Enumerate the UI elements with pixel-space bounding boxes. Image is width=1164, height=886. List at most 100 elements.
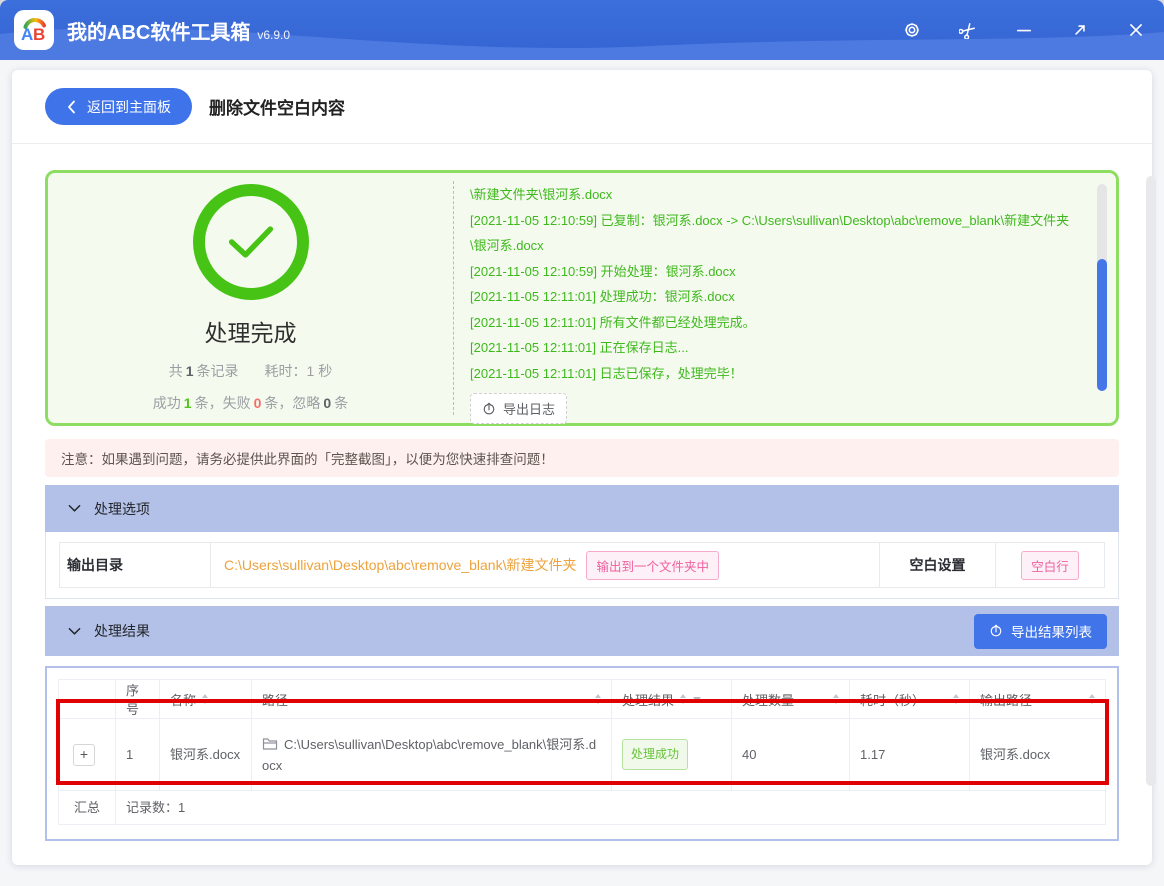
export-results-label: 导出结果列表 (1011, 621, 1092, 641)
back-to-main-button[interactable]: 返回到主面板 (45, 88, 192, 125)
count-cell: 40 (732, 719, 850, 791)
section-bar-results[interactable]: 处理结果 导出结果列表 (45, 606, 1119, 656)
path-cell: C:\Users\sullivan\Desktop\abc\remove_bla… (252, 719, 612, 791)
results-section-title: 处理结果 (94, 621, 150, 641)
status-title: 处理完成 (205, 314, 297, 348)
ignore-label: 条，忽略 (264, 395, 320, 411)
options-box: 输出目录 C:\Users\sullivan\Desktop\abc\remov… (45, 532, 1119, 599)
col-elapsed-header[interactable]: 耗时（秒） (850, 680, 970, 719)
expand-cell: + (59, 719, 116, 791)
success-ring (193, 184, 309, 300)
app-title: 我的ABC软件工具箱 (67, 16, 250, 45)
back-button-label: 返回到主面板 (87, 97, 171, 117)
maximize-button[interactable] (1052, 0, 1108, 60)
chevron-left-icon (66, 100, 77, 114)
logo-letter-a: A (21, 25, 33, 45)
col-result-header[interactable]: 处理结果 (612, 680, 732, 719)
col-index-header[interactable]: 序号 (116, 680, 160, 719)
header-label: 耗时（秒） (860, 690, 925, 709)
output-cell: 银河系.docx (970, 719, 1106, 791)
app-version: v6.9.0 (257, 28, 290, 42)
results-table: 序号 名称 路径 处理结果 处理数量 耗时（秒） 输出路径 + 1 银河系.do… (58, 679, 1106, 825)
settings-button[interactable] (884, 0, 940, 60)
header-label: 路径 (262, 690, 288, 709)
name-cell: 银河系.docx (160, 719, 252, 791)
close-button[interactable] (1108, 0, 1164, 60)
options-row: 输出目录 C:\Users\sullivan\Desktop\abc\remov… (59, 542, 1105, 588)
col-path-header[interactable]: 路径 (252, 680, 612, 719)
page-title: 删除文件空白内容 (209, 94, 345, 119)
close-icon (1127, 21, 1145, 39)
status-stats-line: 成功1条，失败0条，忽略0条 (153, 393, 348, 413)
col-expand-header (59, 680, 116, 719)
log-line: [2021-11-05 12:11:01] 日志已保存，处理完毕！ (470, 361, 1082, 387)
sort-caret-icon[interactable] (1089, 694, 1095, 704)
sort-caret-icon[interactable] (680, 694, 686, 704)
total-prefix: 共 (169, 363, 183, 379)
header-label: 输出路径 (980, 690, 1032, 709)
output-dir-cell: C:\Users\sullivan\Desktop\abc\remove_bla… (211, 543, 880, 587)
app-window: A B 我的ABC软件工具箱 v6.9.0 (0, 0, 1164, 886)
table-header-row: 序号 名称 路径 处理结果 处理数量 耗时（秒） 输出路径 (59, 680, 1106, 719)
output-dir-path: C:\Users\sullivan\Desktop\abc\remove_bla… (224, 555, 576, 575)
col-output-header[interactable]: 输出路径 (970, 680, 1106, 719)
section-bar-options[interactable]: 处理选项 (45, 485, 1119, 532)
table-row: + 1 银河系.docx C:\Users\sullivan\Desktop\a… (59, 719, 1106, 791)
index-cell: 1 (116, 719, 160, 791)
output-dir-label: 输出目录 (60, 543, 211, 587)
header-label: 处理数量 (742, 690, 794, 709)
log-line: [2021-11-05 12:11:01] 所有文件都已经处理完成。 (470, 310, 1082, 336)
titlebar[interactable]: A B 我的ABC软件工具箱 v6.9.0 (0, 0, 1164, 60)
log-scrollbar-thumb[interactable] (1097, 259, 1107, 391)
elapsed-cell: 1.17 (850, 719, 970, 791)
success-label: 成功 (153, 395, 181, 411)
log-area[interactable]: \新建文件夹\银河系.docx [2021-11-05 12:10:59] 已复… (454, 173, 1116, 423)
fail-count: 0 (254, 395, 262, 411)
summary-label: 汇总 (59, 791, 116, 825)
blank-setting-label: 空白设置 (880, 543, 996, 587)
ignore-count: 0 (323, 395, 331, 411)
screenshot-button[interactable] (940, 0, 996, 60)
log-line: [2021-11-05 12:11:01] 正在保存日志... (470, 335, 1082, 361)
status-panel: 处理完成 共1条记录耗时：1 秒 成功1条，失败0条，忽略0条 \新建文件夹\银… (45, 170, 1119, 426)
blank-setting-cell: 空白行 (996, 543, 1104, 587)
header-label: 名称 (170, 690, 196, 709)
path-text: C:\Users\sullivan\Desktop\abc\remove_bla… (262, 737, 596, 773)
col-name-header[interactable]: 名称 (160, 680, 252, 719)
status-badge: 处理成功 (622, 739, 688, 770)
sort-caret-icon[interactable] (202, 694, 208, 704)
page-header: 返回到主面板 删除文件空白内容 (12, 70, 1152, 144)
header-label: 处理结果 (622, 690, 674, 709)
log-scrollbar-track[interactable] (1097, 184, 1107, 391)
export-log-label: 导出日志 (503, 399, 555, 418)
export-results-button[interactable]: 导出结果列表 (974, 614, 1107, 649)
sort-caret-icon[interactable] (833, 694, 839, 704)
gear-icon (903, 21, 921, 39)
table-summary-row: 汇总 记录数：1 (59, 791, 1106, 825)
page-body: 处理完成 共1条记录耗时：1 秒 成功1条，失败0条，忽略0条 \新建文件夹\银… (12, 144, 1152, 841)
log-line: [2021-11-05 12:11:01] 处理成功：银河系.docx (470, 284, 1082, 310)
export-log-button[interactable]: 导出日志 (470, 393, 567, 424)
total-count: 1 (186, 363, 194, 379)
chevron-down-icon (68, 627, 81, 636)
notice-bar: 注意：如果遇到问题，请务必提供此界面的「完整截图」，以便为您快速排查问题！ (45, 439, 1119, 477)
log-line: [2021-11-05 12:10:59] 已复制：银河系.docx -> C:… (470, 208, 1082, 259)
folder-icon (262, 737, 278, 751)
page-scrollbar-thumb[interactable] (1146, 176, 1156, 786)
main-card: 返回到主面板 删除文件空白内容 处理完成 共1条记录耗时：1 秒 (12, 70, 1152, 865)
sort-caret-icon[interactable] (595, 694, 601, 704)
expand-row-button[interactable]: + (73, 744, 95, 766)
check-icon (228, 225, 274, 259)
header-label: 序号 (126, 680, 149, 718)
total-suffix: 条记录 (197, 363, 239, 379)
log-line: \新建文件夹\银河系.docx (470, 182, 1082, 208)
minimize-button[interactable] (996, 0, 1052, 60)
scissors-icon (959, 21, 977, 39)
options-section-title: 处理选项 (94, 499, 150, 519)
filter-icon[interactable] (693, 697, 701, 702)
sort-caret-icon[interactable] (953, 694, 959, 704)
maximize-icon (1071, 21, 1089, 39)
app-logo: A B (14, 10, 54, 50)
col-count-header[interactable]: 处理数量 (732, 680, 850, 719)
window-controls (884, 0, 1164, 60)
